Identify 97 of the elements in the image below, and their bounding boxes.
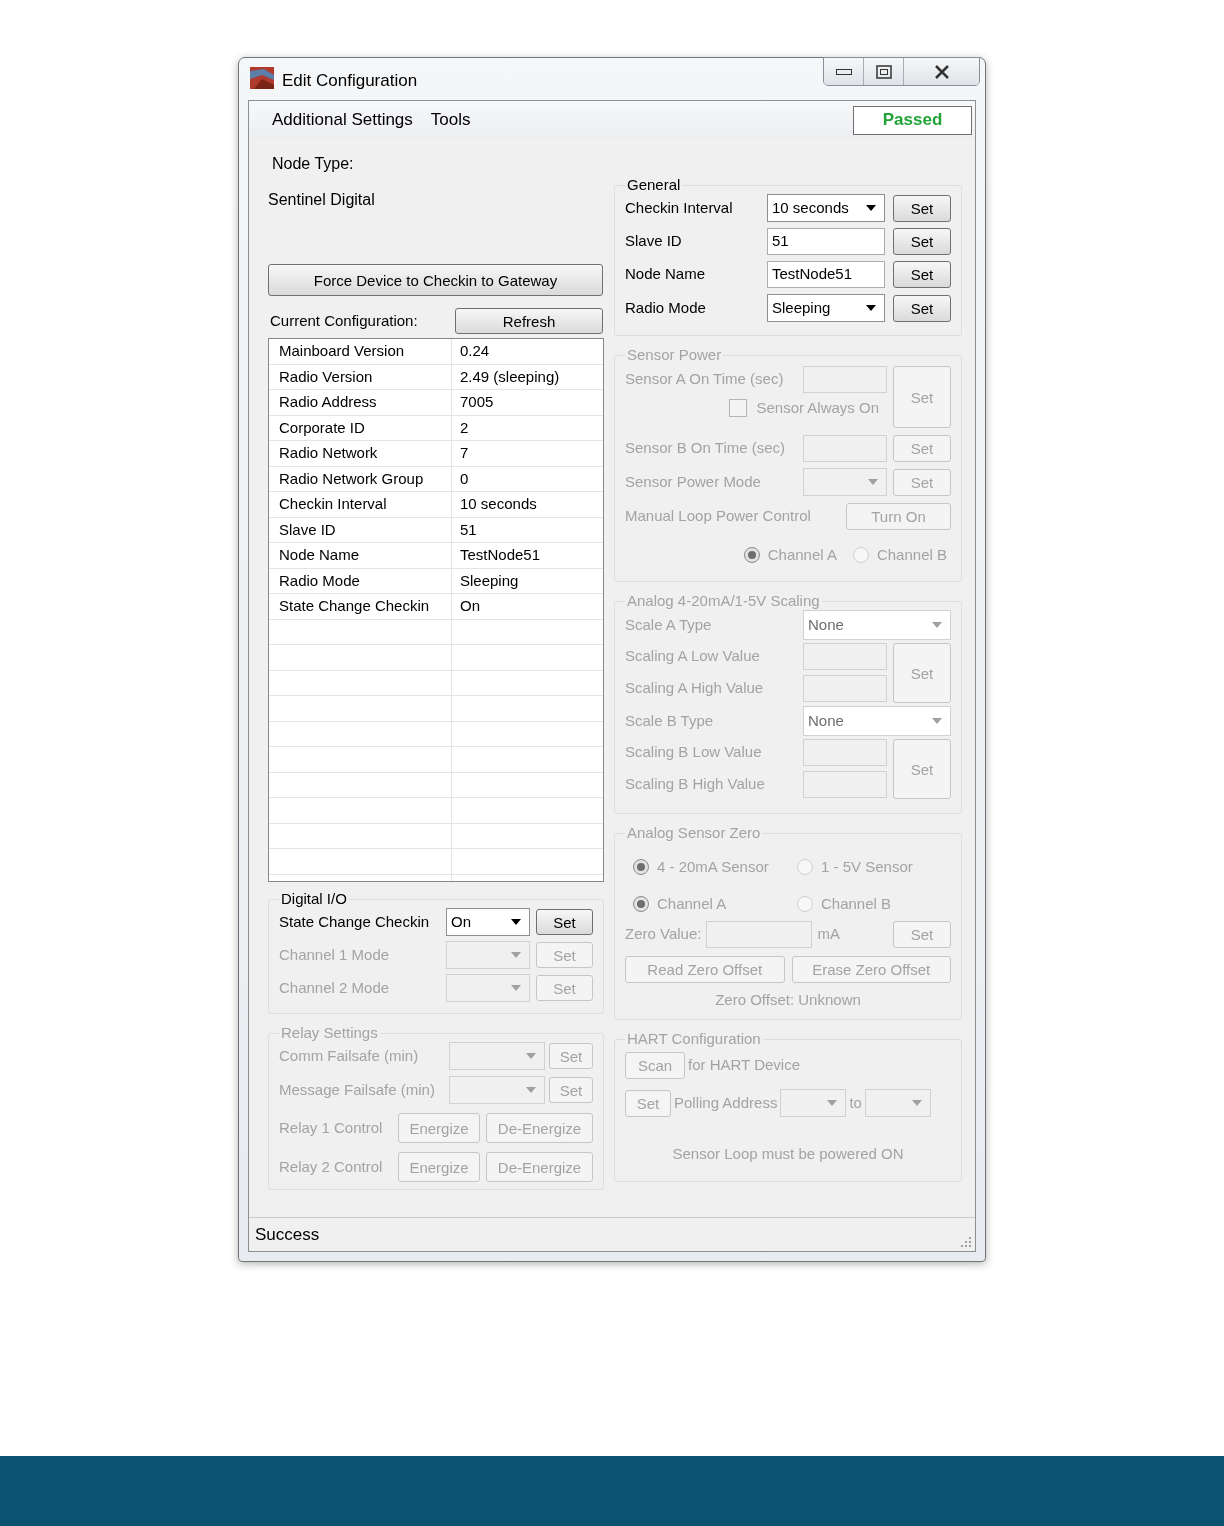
set-button[interactable]: Set: [893, 228, 951, 255]
group-title: Analog 4-20mA/1-5V Scaling: [626, 592, 821, 610]
dropdown-arrow-icon: [827, 1100, 838, 1106]
set-button[interactable]: Set: [893, 194, 951, 222]
table-cell-text: 10 seconds: [459, 494, 538, 514]
field-label: Checkin Interval: [625, 197, 734, 218]
field-label: Scaling B High Value: [625, 774, 766, 795]
group-title: Analog Sensor Zero: [626, 824, 762, 842]
field-label: Manual Loop Power Control: [625, 506, 812, 527]
table-cell-text: On: [459, 596, 481, 616]
dropdown-arrow-icon: [932, 622, 942, 628]
field-label: Sensor B On Time (sec): [625, 438, 787, 459]
node-type-value: Sentinel Digital: [268, 190, 376, 210]
group-title: Sensor Power: [626, 346, 723, 364]
minimize-button[interactable]: [824, 58, 864, 85]
dropdown-arrow-icon: [526, 1053, 536, 1059]
status-text: Zero Offset: Unknown: [715, 990, 861, 1010]
dropdown-arrow-icon: [866, 205, 876, 211]
hint-text: Sensor Loop must be powered ON: [672, 1144, 904, 1164]
text-field[interactable]: 51: [767, 228, 885, 255]
field-label: Scaling A Low Value: [625, 646, 761, 667]
dropdown-arrow-icon: [868, 479, 878, 485]
table-cell-text: 0: [459, 468, 470, 489]
dropdown-arrow-icon: [932, 718, 942, 724]
table-cell-text: 2.49 (sleeping): [459, 366, 561, 387]
set-button[interactable]: Set: [536, 909, 593, 935]
dropdown[interactable]: 10 seconds: [767, 194, 885, 222]
field-label: for HART Device: [688, 1055, 800, 1076]
field-label: Node Name: [625, 264, 707, 285]
dropdown-arrow-icon: [911, 1100, 922, 1106]
menu-item[interactable]: Tools: [421, 107, 480, 133]
force-checkin-button[interactable]: Force Device to Checkin to Gateway: [268, 264, 603, 296]
resize-grip-icon: [959, 1235, 971, 1247]
group-title: HART Configuration: [626, 1030, 762, 1048]
field-label: Message Failsafe (min): [279, 1079, 436, 1100]
table-cell-text: Sleeping: [459, 570, 520, 591]
close-icon: [933, 64, 950, 79]
field-label: Slave ID: [625, 231, 683, 252]
field-label: Relay 1 Control: [279, 1117, 384, 1138]
dropdown[interactable]: Sleeping: [767, 294, 885, 322]
node-type-label: Node Type:: [272, 154, 355, 174]
dropdown-arrow-icon: [511, 952, 521, 958]
refresh-button[interactable]: Refresh: [455, 308, 603, 334]
close-button[interactable]: [904, 58, 979, 85]
dropdown-arrow-icon: [511, 985, 521, 991]
status-text: Success: [255, 1223, 320, 1246]
dropdown-arrow-icon: [866, 305, 876, 311]
table-cell: Radio Mode: [269, 568, 452, 593]
unit-label: mA: [817, 924, 841, 945]
table-cell: Radio Version: [269, 364, 452, 389]
restore-icon: [875, 64, 892, 79]
table-cell-text: 2: [459, 417, 470, 438]
field-label: Scaling A High Value: [625, 678, 765, 699]
field-label: Radio Mode: [625, 297, 707, 318]
table-cell: Radio Network Group: [269, 466, 452, 491]
minimize-icon: [835, 67, 852, 76]
field-label: Comm Failsafe (min): [279, 1045, 420, 1066]
field-label: Sensor Power Mode: [625, 471, 762, 492]
field-label: State Change Checkin: [279, 911, 431, 932]
table-cell: State Change Checkin: [269, 594, 452, 619]
field-label: Zero Value:: [625, 924, 702, 945]
field-label: Polling Address: [674, 1092, 778, 1113]
table-cell-text: 7: [459, 443, 470, 463]
table-cell: Checkin Interval: [269, 492, 452, 517]
menu-item[interactable]: Additional Settings: [263, 107, 422, 133]
status-badge: Passed: [853, 105, 972, 135]
field-label: Scale B Type: [625, 710, 715, 731]
window-title: Edit Configuration: [282, 70, 418, 92]
table-cell: Radio Address: [269, 390, 452, 415]
set-button[interactable]: Set: [893, 261, 951, 288]
field-label: Channel 2 Mode: [279, 977, 391, 998]
text-field[interactable]: TestNode51: [767, 261, 885, 288]
group-title: Digital I/O: [280, 890, 348, 908]
field-label: to: [849, 1092, 862, 1113]
maximize-button[interactable]: [864, 58, 904, 85]
set-button[interactable]: Set: [893, 294, 951, 322]
table-cell: Radio Network: [269, 441, 452, 466]
group-title: General: [626, 176, 682, 194]
table-cell-text: TestNode51: [459, 545, 542, 565]
dropdown-arrow-icon: [526, 1087, 536, 1093]
field-label: Relay 2 Control: [279, 1156, 384, 1177]
section-label: Current Configuration:: [270, 310, 418, 331]
dropdown-arrow-icon: [511, 919, 521, 925]
field-label: Scaling B Low Value: [625, 742, 763, 763]
table-cell-text: 51: [459, 519, 478, 540]
app-icon: [250, 67, 274, 89]
table-cell-text: 0.24: [459, 341, 491, 361]
field-label: Sensor A On Time (sec): [625, 369, 785, 390]
table-cell-text: 7005: [459, 392, 495, 412]
dropdown[interactable]: On: [446, 908, 530, 936]
table-cell: Slave ID: [269, 517, 452, 542]
table-cell: Mainboard Version: [269, 339, 452, 364]
table-cell: Node Name: [269, 543, 452, 568]
group-title: Relay Settings: [280, 1024, 379, 1042]
table-cell: Corporate ID: [269, 415, 452, 440]
field-label: Scale A Type: [625, 614, 713, 635]
field-label: Channel 1 Mode: [279, 944, 391, 965]
